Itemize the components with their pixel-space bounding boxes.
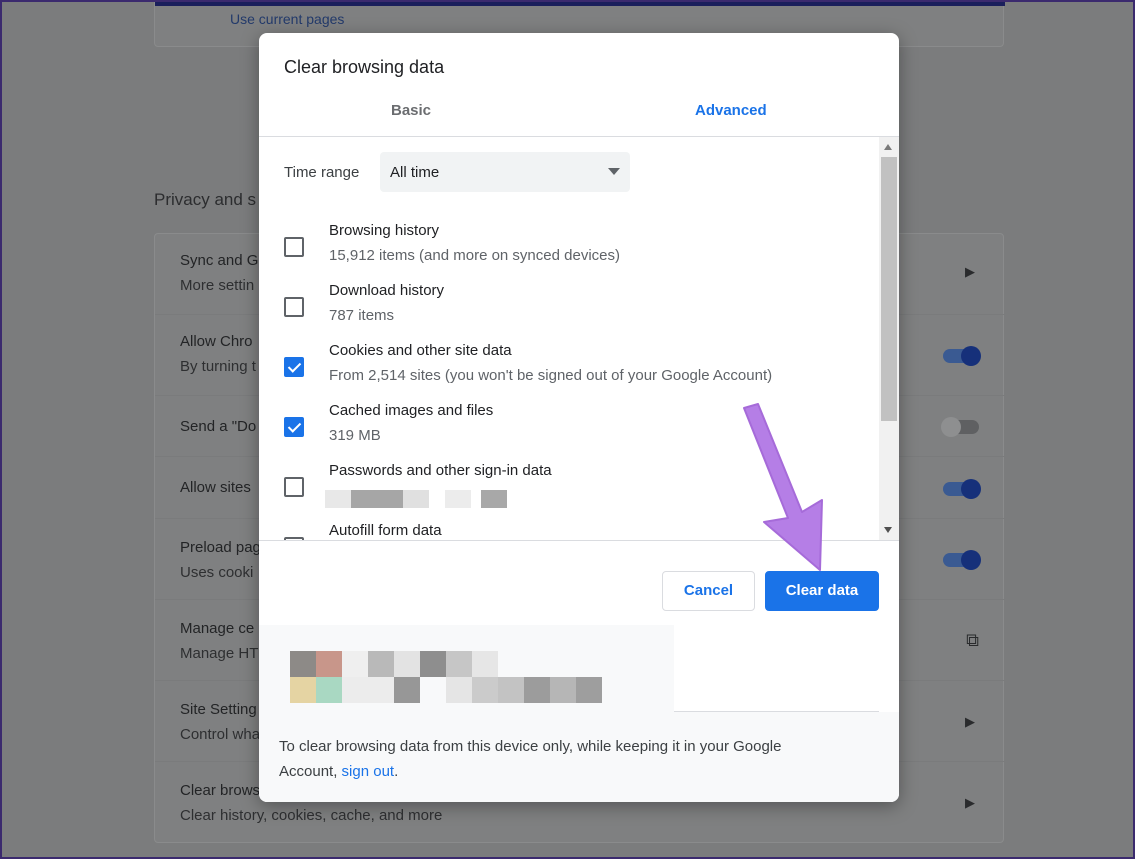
toggle-on-icon [943,479,981,499]
sign-out-link[interactable]: sign out [342,763,395,780]
footer-note-end: . [394,763,399,780]
checkbox[interactable] [284,237,304,257]
bg-row-title: Preload pag [180,539,261,556]
bg-row-title: Sync and G [180,252,259,269]
privacy-section-heading: Privacy and s [154,190,257,209]
tab-basic[interactable]: Basic [391,102,431,119]
option-label: Download history [329,282,445,299]
tab-advanced[interactable]: Advanced [695,102,767,119]
scroll-up-icon[interactable] [884,144,892,150]
bg-row-title: Allow sites [180,479,251,496]
dropdown-caret-icon [608,168,620,175]
bg-row-title: Allow Chro [180,333,253,350]
bg-row-title: Clear brows [180,782,261,799]
toggle-on-icon [943,346,981,366]
checkbox-checked[interactable] [284,417,304,437]
use-current-pages-link: Use current pages [230,11,345,27]
checkbox[interactable] [284,477,304,497]
dialog-footer: To clear browsing data from this device … [259,625,899,802]
option-browsing-history[interactable]: Browsing history 15,912 items (and more … [259,222,879,282]
time-range-label: Time range [284,164,360,181]
chevron-right-icon: ▶ [965,714,975,729]
dialog-title: Clear browsing data [284,57,445,77]
footer-note: To clear browsing data from this device … [279,734,839,784]
bg-row-subtitle: Control wha [180,726,261,743]
checkbox-checked[interactable] [284,357,304,377]
option-detail: 15,912 items (and more on synced devices… [329,247,620,264]
bg-row-subtitle: By turning t [180,358,256,375]
bg-row-subtitle: Manage HT [180,645,259,662]
footer-divider [674,711,879,712]
option-label: Cached images and files [329,402,494,419]
option-detail: 319 MB [329,427,381,444]
option-download-history[interactable]: Download history 787 items [259,282,879,342]
scrollbar[interactable] [879,137,899,541]
option-label: Passwords and other sign-in data [329,462,552,479]
chevron-right-icon: ▶ [965,795,975,810]
bg-row-subtitle: More settin [180,277,255,294]
option-label: Browsing history [329,222,440,239]
footer-patch [674,625,899,712]
bg-row-title: Send a "Do [180,418,257,435]
option-label: Autofill form data [329,522,442,539]
external-link-icon: ⧉ [966,630,979,650]
toggle-on-icon [943,550,981,570]
bg-row-subtitle: Uses cooki [180,564,254,581]
checkbox[interactable] [284,297,304,317]
option-detail: From 2,514 sites (you won't be signed ou… [329,367,773,384]
option-detail: 787 items [329,307,395,324]
bg-row-subtitle: Clear history, cookies, cache, and more [180,807,443,824]
time-range-value: All time [390,164,440,181]
scroll-down-icon[interactable] [884,527,892,533]
toggle-off-icon [941,417,979,437]
scrollbar-thumb[interactable] [881,157,897,421]
bg-row-title: Manage ce [180,620,255,637]
time-range-select[interactable]: All time [380,152,630,192]
background-blue-bar [155,0,1005,6]
option-label: Cookies and other site data [329,342,512,359]
bg-row-title: Site Setting [180,701,257,718]
chevron-right-icon: ▶ [965,264,975,279]
annotation-arrow-icon [743,403,823,571]
option-cookies[interactable]: Cookies and other site data From 2,514 s… [259,342,879,402]
